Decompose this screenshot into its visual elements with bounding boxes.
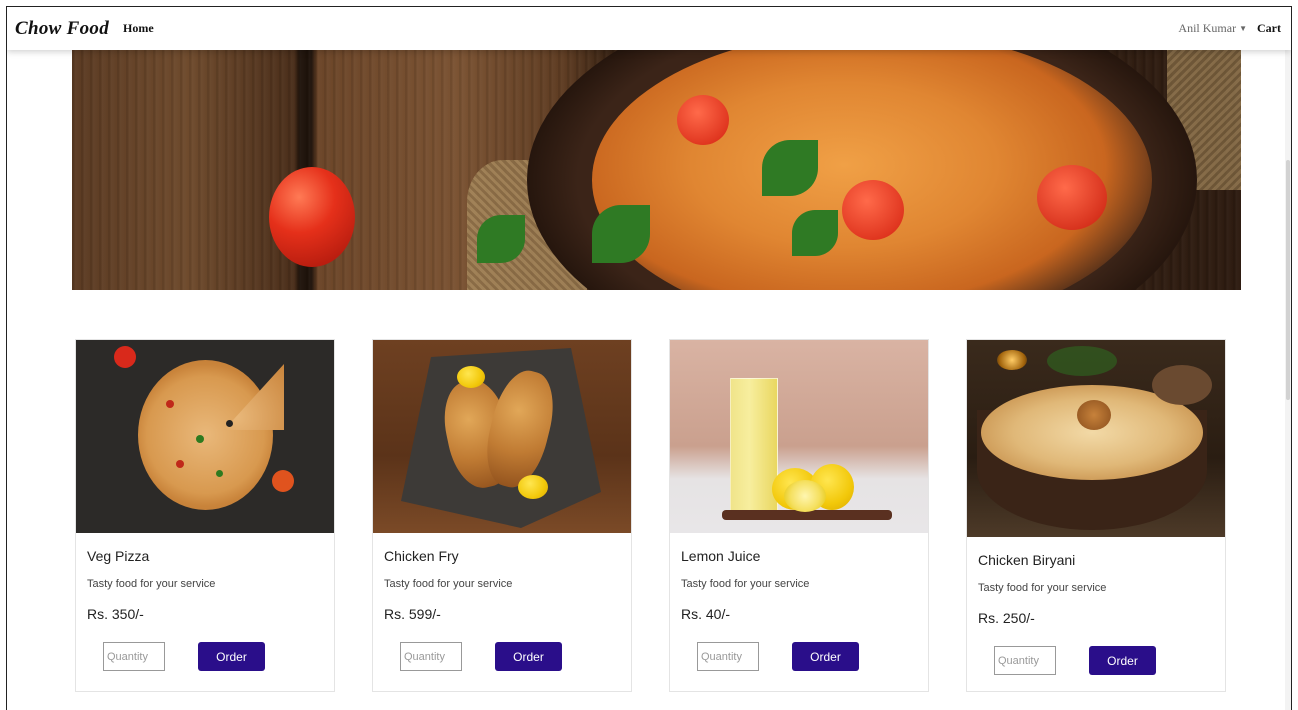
product-price: Rs. 40/- — [681, 606, 731, 622]
page-scrollbar[interactable] — [1285, 50, 1291, 710]
product-price: Rs. 599/- — [384, 606, 441, 622]
nav-right: Anil Kumar ▼ Cart — [1178, 21, 1281, 36]
product-description: Tasty food for your service — [681, 578, 810, 590]
quantity-input[interactable] — [103, 642, 165, 671]
product-card-chicken-biryani: Chicken Biryani Tasty food for your serv… — [966, 339, 1226, 692]
nav-cart-link[interactable]: Cart — [1257, 21, 1281, 36]
quantity-input[interactable] — [400, 642, 462, 671]
caret-down-icon: ▼ — [1239, 24, 1247, 33]
user-dropdown[interactable]: Anil Kumar ▼ — [1178, 21, 1247, 36]
product-price: Rs. 350/- — [87, 606, 144, 622]
product-card-chicken-fry: Chicken Fry Tasty food for your service … — [372, 339, 632, 692]
product-title: Lemon Juice — [681, 548, 761, 564]
veg-pizza-image — [76, 340, 334, 533]
order-button[interactable]: Order — [792, 642, 859, 671]
product-title: Chicken Fry — [384, 548, 459, 564]
tomato-image — [269, 167, 355, 267]
product-description: Tasty food for your service — [978, 582, 1107, 594]
product-title: Veg Pizza — [87, 548, 150, 564]
order-button[interactable]: Order — [1089, 646, 1156, 675]
order-button[interactable]: Order — [198, 642, 265, 671]
quantity-input[interactable] — [994, 646, 1056, 675]
product-title: Chicken Biryani — [978, 552, 1076, 568]
nav-home-link[interactable]: Home — [123, 21, 154, 36]
lemon-juice-image — [670, 340, 928, 533]
scrollbar-thumb[interactable] — [1286, 160, 1290, 400]
product-description: Tasty food for your service — [87, 578, 216, 590]
user-name: Anil Kumar — [1178, 21, 1237, 35]
product-price: Rs. 250/- — [978, 610, 1035, 626]
brand-logo[interactable]: Chow Food — [15, 18, 109, 40]
browser-viewport: Chow Food Home Anil Kumar ▼ Cart Veg Piz… — [6, 6, 1292, 710]
quantity-input[interactable] — [697, 642, 759, 671]
product-card-lemon-juice: Lemon Juice Tasty food for your service … — [669, 339, 929, 692]
hero-banner-image — [72, 50, 1241, 290]
chicken-fry-image — [373, 340, 631, 533]
chicken-biryani-image — [967, 340, 1225, 537]
product-card-veg-pizza: Veg Pizza Tasty food for your service Rs… — [75, 339, 335, 692]
order-button[interactable]: Order — [495, 642, 562, 671]
navbar: Chow Food Home Anil Kumar ▼ Cart — [7, 7, 1291, 50]
product-description: Tasty food for your service — [384, 578, 513, 590]
